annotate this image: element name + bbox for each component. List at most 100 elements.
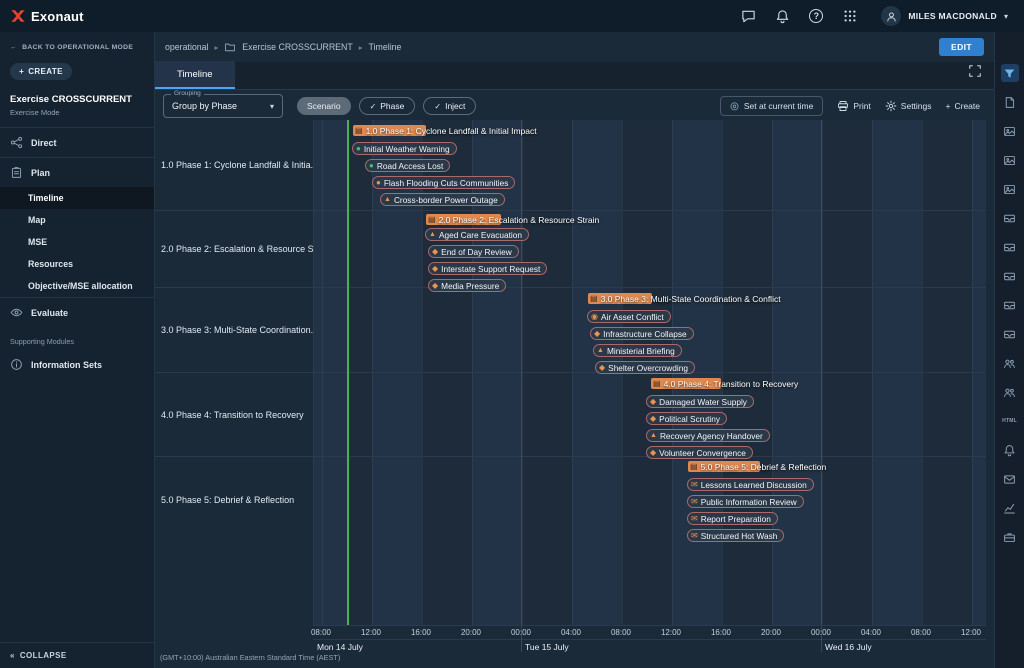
gear-icon: [885, 100, 897, 112]
edit-button[interactable]: EDIT: [939, 38, 984, 56]
inject-chip[interactable]: Initial Weather Warning: [352, 142, 457, 155]
grouping-select[interactable]: Grouping Group by Phase ▾: [163, 94, 283, 118]
inject-chip[interactable]: Media Pressure: [428, 279, 506, 292]
inject-chip[interactable]: Air Asset Conflict: [587, 310, 671, 323]
time-ticks: 08:00 12:00 16:00 20:00 00:00 04:00 08:0…: [313, 626, 986, 639]
tray-icon[interactable]: [1001, 296, 1019, 314]
phase-bar[interactable]: ▤2.0 Phase 2: Escalation & Resource Stra…: [426, 214, 501, 225]
sidebar-item-map[interactable]: Map: [0, 209, 154, 231]
inject-chip[interactable]: Shelter Overcrowding: [595, 361, 695, 374]
create-timeline-item-button[interactable]: + Create: [946, 101, 980, 111]
tick-label: 08:00: [311, 628, 331, 637]
fullscreen-icon[interactable]: [968, 64, 982, 83]
inject-chip[interactable]: Damaged Water Supply: [646, 395, 754, 408]
grouping-label: Grouping: [171, 90, 204, 97]
document-icon[interactable]: [1001, 93, 1019, 111]
create-label: Create: [954, 101, 980, 111]
tick-label: 04:00: [861, 628, 881, 637]
inject-chip[interactable]: Lessons Learned Discussion: [687, 478, 814, 491]
right-icon-rail: HTML: [994, 32, 1024, 668]
inject-type-icon: [432, 282, 438, 290]
day-boundary-tick: [821, 626, 822, 652]
notifications-bell-icon[interactable]: [773, 7, 791, 25]
filter-icon[interactable]: [1001, 64, 1019, 82]
tray-icon[interactable]: [1001, 325, 1019, 343]
inject-chip[interactable]: Structured Hot Wash: [687, 529, 784, 542]
help-icon[interactable]: ?: [807, 7, 825, 25]
bell-icon[interactable]: [1001, 441, 1019, 459]
user-menu[interactable]: MILES MACDONALD ▾: [875, 3, 1014, 29]
tray-icon[interactable]: [1001, 238, 1019, 256]
sidebar-item-resources[interactable]: Resources: [0, 253, 154, 275]
tray-icon[interactable]: [1001, 267, 1019, 285]
tick-label: 16:00: [411, 628, 431, 637]
breadcrumb-operational[interactable]: operational: [165, 42, 209, 52]
sidebar-item-plan[interactable]: Plan: [0, 158, 154, 187]
phase-bar-label: 1.0 Phase 1: Cyclone Landfall & Initial …: [366, 126, 537, 136]
sidebar-item-timeline[interactable]: Timeline: [0, 187, 154, 209]
inject-chip[interactable]: Interstate Support Request: [428, 262, 547, 275]
inject-chip[interactable]: Public Information Review: [687, 495, 804, 508]
timeline-body: Grouping Group by Phase ▾ Scenario ✓ Pha…: [155, 90, 994, 668]
inject-type-icon: [691, 515, 698, 523]
users-icon[interactable]: [1001, 354, 1019, 372]
tick-label: 20:00: [761, 628, 781, 637]
settings-button[interactable]: Settings: [885, 100, 932, 112]
phase-bar[interactable]: ▤4.0 Phase 4: Transition to Recovery: [651, 378, 721, 389]
sidebar-item-mse[interactable]: MSE: [0, 231, 154, 253]
image-card-icon[interactable]: [1001, 180, 1019, 198]
inject-chip[interactable]: Ministerial Briefing: [593, 344, 682, 357]
tray-icon[interactable]: [1001, 209, 1019, 227]
apps-grid-icon[interactable]: [841, 7, 859, 25]
mail-icon[interactable]: [1001, 470, 1019, 488]
briefcase-icon[interactable]: [1001, 528, 1019, 546]
inject-chip[interactable]: Recovery Agency Handover: [646, 429, 770, 442]
inject-chip[interactable]: Flash Flooding Cuts Communities: [372, 176, 515, 189]
image-card-icon[interactable]: [1001, 122, 1019, 140]
exonaut-logo-icon: [10, 8, 26, 24]
share-icon: [10, 136, 23, 149]
user-name: MILES MACDONALD: [908, 11, 997, 21]
filter-chip-phase[interactable]: ✓ Phase: [359, 97, 416, 115]
chat-icon[interactable]: [739, 7, 757, 25]
filter-chip-inject[interactable]: ✓ Inject: [423, 97, 476, 115]
inject-type-icon: [597, 347, 604, 354]
tick-label: 12:00: [661, 628, 681, 637]
phase-bar[interactable]: ▤5.0 Phase 5: Debrief & Reflection: [688, 461, 760, 472]
chart-icon[interactable]: [1001, 499, 1019, 517]
users-icon[interactable]: [1001, 383, 1019, 401]
brand[interactable]: Exonaut: [10, 8, 84, 24]
image-card-icon[interactable]: [1001, 151, 1019, 169]
collapse-button[interactable]: « COLLAPSE: [0, 642, 154, 668]
inject-chip[interactable]: Aged Care Evacuation: [425, 228, 529, 241]
inject-chip[interactable]: Political Scrutiny: [646, 412, 727, 425]
day-boundary-line: [521, 120, 522, 625]
html-label: HTML: [1002, 418, 1017, 424]
sidebar-item-objective-mse-allocation[interactable]: Objective/MSE allocation: [0, 275, 154, 297]
inject-chip[interactable]: Volunteer Convergence: [646, 446, 753, 459]
html-icon[interactable]: HTML: [1001, 412, 1019, 430]
sidebar-item-direct[interactable]: Direct: [0, 128, 154, 157]
phase-bar[interactable]: ▤3.0 Phase 3: Multi-State Coordination &…: [588, 293, 652, 304]
inject-chip[interactable]: Cross-border Power Outage: [380, 193, 505, 206]
sidebar-item-evaluate[interactable]: Evaluate: [0, 298, 154, 327]
breadcrumb-exercise[interactable]: Exercise CROSSCURRENT: [242, 42, 352, 52]
inject-label: Flash Flooding Cuts Communities: [384, 178, 509, 188]
inject-chip[interactable]: End of Day Review: [428, 245, 519, 258]
inject-chip[interactable]: Road Access Lost: [365, 159, 450, 172]
set-at-current-time-button[interactable]: ◎ Set at current time: [720, 96, 823, 116]
inject-chip[interactable]: Report Preparation: [687, 512, 778, 525]
tab-timeline[interactable]: Timeline: [155, 61, 235, 89]
print-button[interactable]: Print: [837, 100, 870, 112]
filter-chip-scenario[interactable]: Scenario: [297, 97, 351, 115]
topbar-actions: ? MILES MACDONALD ▾: [739, 3, 1014, 29]
back-to-operational-button[interactable]: ← BACK TO OPERATIONAL MODE: [0, 32, 154, 59]
tick-label: 12:00: [961, 628, 981, 637]
inject-chip[interactable]: Infrastructure Collapse: [590, 327, 694, 340]
sidebar-item-information-sets[interactable]: Information Sets: [0, 350, 154, 379]
inject-type-icon: [432, 265, 438, 273]
phase-bar[interactable]: ▤1.0 Phase 1: Cyclone Landfall & Initial…: [353, 125, 426, 136]
supporting-modules-label: Supporting Modules: [0, 327, 154, 350]
exercise-mode-label: Exercise Mode: [10, 108, 144, 117]
create-button[interactable]: + CREATE: [10, 63, 72, 80]
